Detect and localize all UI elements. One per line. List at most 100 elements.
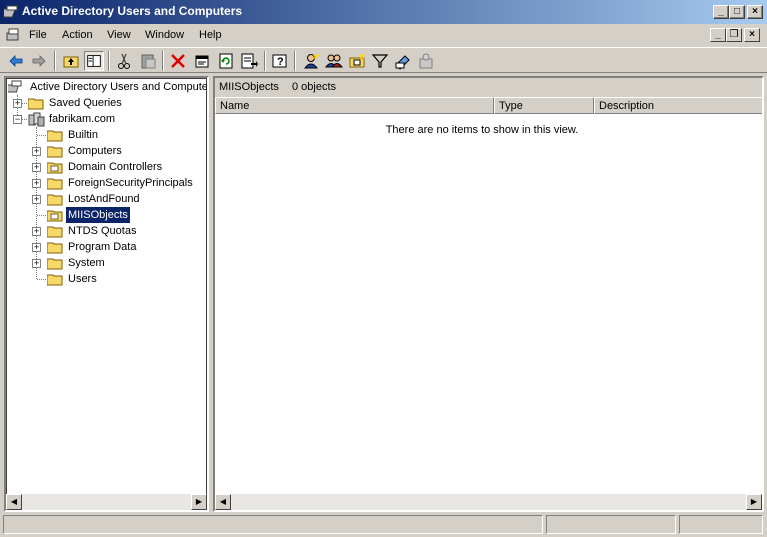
status-cell (679, 515, 763, 534)
expand-icon[interactable]: + (32, 259, 41, 268)
console-tree[interactable]: Active Directory Users and Computer + Sa… (4, 76, 209, 512)
details-horizontal-scrollbar[interactable]: ◀ ▶ (215, 494, 762, 510)
toolbar-separator (162, 51, 164, 71)
scroll-right-button[interactable]: ▶ (191, 494, 207, 510)
tree-item-saved-queries[interactable]: + Saved Queries (8, 95, 207, 111)
add-to-group-icon[interactable] (416, 51, 436, 71)
aduc-root-icon (8, 80, 22, 93)
minimize-button[interactable]: _ (713, 5, 729, 19)
tree-item-label: Program Data (68, 241, 137, 253)
tree-item-domain-controllers[interactable]: + Domain Controllers (8, 159, 207, 175)
tree-root[interactable]: Active Directory Users and Computer (8, 79, 207, 95)
folder-icon (28, 98, 44, 110)
cut-icon[interactable] (114, 51, 134, 71)
column-header-type[interactable]: Type (494, 97, 594, 114)
tree-item-system[interactable]: + System (8, 255, 207, 271)
title-bar[interactable]: Active Directory Users and Computers (0, 0, 767, 24)
find-icon[interactable] (393, 51, 413, 71)
menu-view[interactable]: View (107, 29, 131, 41)
tree-item-ntds-quotas[interactable]: + NTDS Quotas (8, 223, 207, 239)
scroll-right-button[interactable]: ▶ (746, 494, 762, 510)
paste-icon[interactable] (138, 51, 158, 71)
toolbar-separator (294, 51, 296, 71)
expand-icon[interactable]: + (32, 227, 41, 236)
details-header: MIISObjects 0 objects (215, 78, 762, 97)
new-user-icon[interactable] (301, 51, 321, 71)
child-close-button[interactable]: × (744, 28, 760, 42)
menu-bar: File Action View Window Help (0, 24, 767, 46)
new-ou-icon[interactable] (347, 51, 367, 71)
expand-icon[interactable]: + (32, 195, 41, 204)
folder-icon (47, 242, 63, 254)
child-minimize-button[interactable]: _ (710, 28, 726, 42)
empty-list-message: There are no items to show in this view. (385, 124, 579, 136)
tree-item-foreignsecurityprincipals[interactable]: + ForeignSecurityPrincipals (8, 175, 207, 191)
delete-icon[interactable] (168, 51, 188, 71)
container-name: MIISObjects (219, 81, 279, 93)
folder-icon (47, 274, 63, 286)
status-bar (0, 513, 767, 537)
toolbar-separator (264, 51, 266, 71)
tree-item-label: Users (68, 273, 97, 285)
column-header-description[interactable]: Description (594, 97, 762, 114)
scroll-left-button[interactable]: ◀ (6, 494, 22, 510)
tree-item-domain[interactable]: − fabrikam.com (8, 111, 207, 127)
expand-icon[interactable]: + (32, 147, 41, 156)
tree-item-label: fabrikam.com (49, 113, 116, 125)
tree-item-label: MIISObjects (65, 206, 131, 224)
menu-file[interactable]: File (29, 29, 47, 41)
svg-text:?: ? (277, 56, 284, 68)
tree-item-users[interactable]: Users (8, 271, 207, 287)
folder-icon (47, 146, 63, 158)
help-icon[interactable]: ? (270, 51, 290, 71)
tree-connector (37, 215, 46, 216)
collapse-icon[interactable]: − (13, 115, 22, 124)
tree-item-label: LostAndFound (68, 193, 140, 205)
ou-folder-icon (47, 210, 63, 222)
mmc-console-icon[interactable] (5, 27, 21, 43)
tree-item-miisobjects[interactable]: MIISObjects (8, 206, 207, 224)
folder-icon (47, 130, 63, 142)
back-icon[interactable] (6, 51, 26, 71)
aduc-app-icon[interactable] (4, 4, 20, 20)
refresh-icon[interactable] (216, 51, 236, 71)
status-cell (546, 515, 676, 534)
show-hide-tree-icon[interactable] (84, 51, 104, 71)
folder-icon (47, 226, 63, 238)
scroll-left-button[interactable]: ◀ (215, 494, 231, 510)
toolbar-separator (54, 51, 56, 71)
properties-icon[interactable] (192, 51, 212, 71)
tree-item-label: Builtin (68, 129, 98, 141)
tree-horizontal-scrollbar[interactable]: ◀ ▶ (6, 494, 207, 510)
expand-icon[interactable]: + (13, 99, 22, 108)
toolbar: ? (0, 47, 767, 73)
tree-item-label: Domain Controllers (68, 161, 163, 173)
tree-item-lostandfound[interactable]: + LostAndFound (8, 191, 207, 207)
menu-action[interactable]: Action (62, 29, 93, 41)
ou-folder-icon (47, 162, 63, 174)
tree-item-label: Saved Queries (49, 97, 122, 109)
new-group-icon[interactable] (324, 51, 344, 71)
expand-icon[interactable]: + (32, 179, 41, 188)
forward-icon[interactable] (29, 51, 49, 71)
toolbar-separator (108, 51, 110, 71)
tree-item-computers[interactable]: + Computers (8, 143, 207, 159)
expand-icon[interactable]: + (32, 243, 41, 252)
menu-window[interactable]: Window (145, 29, 184, 41)
menu-help[interactable]: Help (199, 29, 222, 41)
maximize-button[interactable]: □ (729, 5, 745, 19)
export-list-icon[interactable] (239, 51, 259, 71)
filter-icon[interactable] (370, 51, 390, 71)
details-pane[interactable]: MIISObjects 0 objects Name Type Descript… (213, 76, 764, 512)
window-title: Active Directory Users and Computers (22, 4, 243, 18)
tree-item-label: Computers (68, 145, 122, 157)
expand-icon[interactable]: + (32, 163, 41, 172)
column-header-name[interactable]: Name (215, 97, 494, 114)
tree-item-builtin[interactable]: Builtin (8, 127, 207, 143)
child-restore-button[interactable]: ❐ (726, 28, 742, 42)
folder-icon (47, 258, 63, 270)
folder-icon (47, 194, 63, 206)
close-button[interactable]: × (747, 5, 763, 19)
up-folder-icon[interactable] (61, 51, 81, 71)
tree-item-program-data[interactable]: + Program Data (8, 239, 207, 255)
